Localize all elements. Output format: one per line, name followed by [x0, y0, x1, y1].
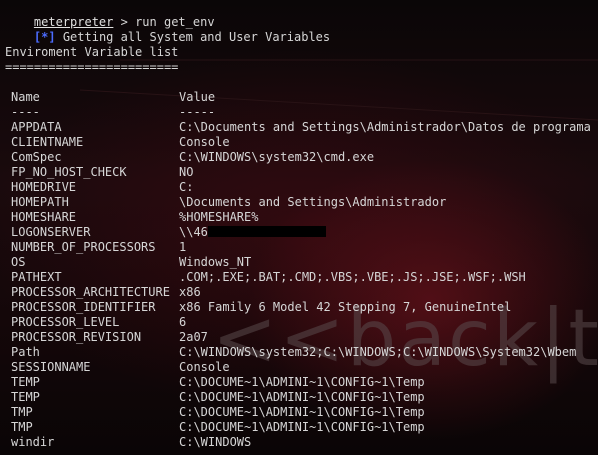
variable-name: Path [11, 345, 40, 359]
prompt-line: meterpreter > run get_env [5, 0, 215, 29]
variable-value: C: [179, 180, 194, 194]
variable-name: TMP [11, 405, 33, 419]
variable-value: \Documents and Settings\Administrador [179, 195, 447, 209]
variable-value: x86 Family 6 Model 42 Stepping 7, Genuin… [179, 300, 512, 314]
column-separator-value: ----- [179, 105, 216, 119]
variable-name: HOMEDRIVE [11, 180, 77, 194]
variable-value: x86 [179, 285, 201, 299]
variable-value: 1 [179, 240, 187, 254]
variable-name: LOGONSERVER [11, 225, 91, 239]
redaction-block [207, 226, 326, 237]
status-message: Getting all System and User Variables [55, 30, 331, 44]
watermark-line [79, 89, 598, 121]
column-header-name: Name [11, 90, 40, 104]
variable-name: TMP [11, 420, 33, 434]
variable-value: 6 [179, 315, 187, 329]
column-header-value: Value [179, 90, 216, 104]
variable-name: PROCESSOR_IDENTIFIER [11, 300, 156, 314]
variable-name: SESSIONNAME [11, 360, 91, 374]
terminal-window[interactable]: <<back|tr meterpreter > run get_env [*] … [0, 0, 598, 455]
variable-name: TEMP [11, 390, 40, 404]
list-heading-underline: ======================== [5, 60, 179, 74]
variable-name: PROCESSOR_REVISION [11, 330, 142, 344]
variable-name: NUMBER_OF_PROCESSORS [11, 240, 156, 254]
variable-name: PROCESSOR_LEVEL [11, 315, 120, 329]
variable-value: C:\Documents and Settings\Administrador\… [179, 120, 591, 134]
variable-value: C:\DOCUME~1\ADMINI~1\CONFIG~1\Temp [179, 390, 425, 404]
variable-value: C:\WINDOWS [179, 435, 252, 449]
variable-name: windir [11, 435, 55, 449]
list-heading: Enviroment Variable list [5, 45, 179, 59]
variable-value: C:\DOCUME~1\ADMINI~1\CONFIG~1\Temp [179, 375, 425, 389]
column-separator-name: ---- [11, 105, 40, 119]
variable-name: HOMEPATH [11, 195, 69, 209]
variable-name: PROCESSOR_ARCHITECTURE [11, 285, 170, 299]
variable-value: Windows_NT [179, 255, 252, 269]
variable-value: Console [179, 135, 230, 149]
variable-value: NO [179, 165, 194, 179]
logonserver-value-line: \\46 [179, 225, 326, 240]
variable-value: C:\DOCUME~1\ADMINI~1\CONFIG~1\Temp [179, 405, 425, 419]
variable-value: C:\WINDOWS\system32\cmd.exe [179, 150, 375, 164]
variable-name: HOMESHARE [11, 210, 77, 224]
variable-name: CLIENTNAME [11, 135, 84, 149]
variable-value: \\46 [179, 225, 208, 239]
variable-value: Console [179, 360, 230, 374]
variable-value: %HOMESHARE% [179, 210, 259, 224]
variable-name: APPDATA [11, 120, 62, 134]
variable-value: C:\DOCUME~1\ADMINI~1\CONFIG~1\Temp [179, 420, 425, 434]
variable-value: .COM;.EXE;.BAT;.CMD;.VBS;.VBE;.JS;.JSE;.… [179, 270, 526, 284]
variable-name: FP_NO_HOST_CHECK [11, 165, 127, 179]
variable-name: PATHEXT [11, 270, 62, 284]
info-tag: [*] [33, 30, 56, 44]
variable-value: C:\WINDOWS\system32;C:\WINDOWS;C:\WINDOW… [179, 345, 577, 359]
variable-name: TEMP [11, 375, 40, 389]
status-line: [*] Getting all System and User Variable… [5, 15, 330, 44]
variable-name: OS [11, 255, 26, 269]
variable-value: 2a07 [179, 330, 208, 344]
variable-name: ComSpec [11, 150, 62, 164]
